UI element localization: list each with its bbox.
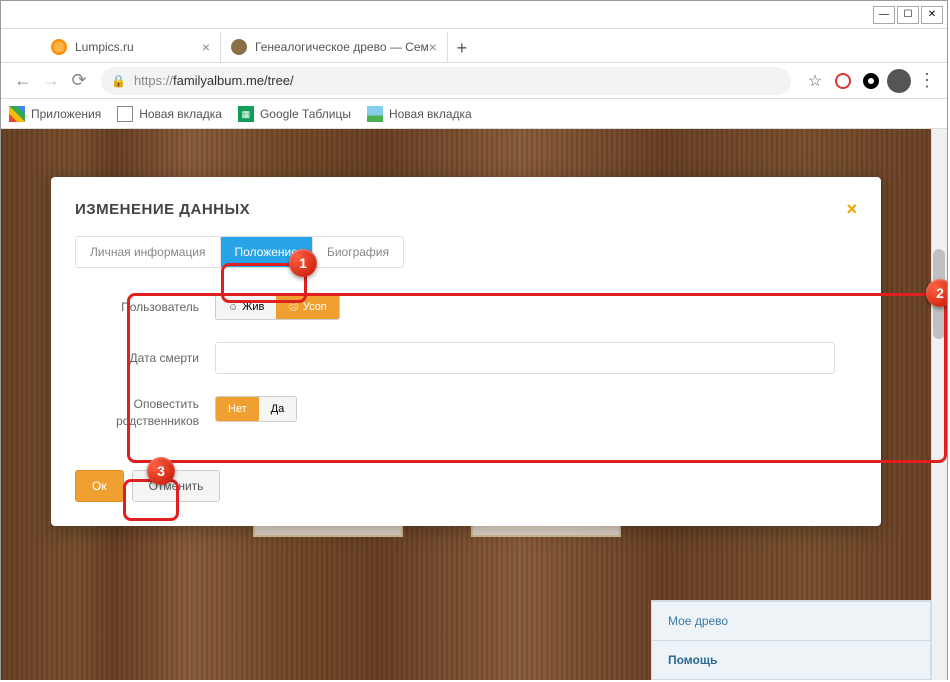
bookmark-newtab[interactable]: Новая вкладка	[117, 106, 222, 122]
browser-tab-lumpics[interactable]: Lumpics.ru ×	[41, 32, 221, 62]
bookmark-label: Приложения	[31, 107, 101, 121]
sad-icon: ☹	[288, 302, 298, 313]
browser-toolbar: ← → ⟳ 🔒 https://familyalbum.me/tree/ ☆ ⋮	[1, 63, 947, 99]
modal-tabs: Личная информация Положение Биография	[75, 236, 404, 268]
bookmark-label: Google Таблицы	[260, 107, 351, 121]
row-death-date: Дата смерти	[75, 342, 857, 374]
bookmarks-bar: Приложения Новая вкладка ▦ Google Таблиц…	[1, 99, 947, 129]
edit-data-modal: ИЗМЕНЕНИЕ ДАННЫХ × Личная информация Пол…	[51, 177, 881, 526]
window-maximize[interactable]: ☐	[897, 6, 919, 24]
browser-tab-familyalbum[interactable]: Генеалогическое древо — Сем ×	[221, 32, 448, 62]
url-path: familyalbum.me/tree/	[173, 73, 294, 88]
tab-strip: Lumpics.ru × Генеалогическое древо — Сем…	[1, 29, 947, 63]
tab-position[interactable]: Положение	[221, 237, 313, 267]
opera-extension-icon[interactable]	[831, 69, 855, 93]
modal-actions: Ок Отменить	[75, 470, 857, 502]
favicon-familyalbum	[231, 39, 247, 55]
toggle-label: Усоп	[303, 301, 327, 313]
notify-toggle: Нет Да	[215, 396, 297, 422]
scroll-thumb[interactable]	[933, 249, 945, 339]
toggle-yes[interactable]: Да	[259, 397, 297, 421]
toggle-alive[interactable]: ☺ Жив	[216, 295, 276, 319]
menu-button[interactable]: ⋮	[915, 69, 939, 93]
bookmark-star-icon[interactable]: ☆	[803, 69, 827, 93]
url-protocol: https://	[134, 73, 173, 88]
smile-icon: ☺	[228, 302, 238, 313]
page-content: ИЗМЕНЕНИЕ ДАННЫХ × Личная информация Пол…	[1, 129, 947, 680]
toggle-label: Жив	[242, 301, 264, 313]
bookmark-label: Новая вкладка	[139, 107, 222, 121]
extension-icon[interactable]	[859, 69, 883, 93]
tab-title: Генеалогическое древо — Сем	[255, 40, 429, 54]
window-titlebar: — ☐ ✕	[1, 1, 947, 29]
form-body: Пользователь ☺ Жив ☹ Усоп Дата смерти Опов…	[75, 286, 857, 460]
reload-button[interactable]: ⟳	[65, 67, 93, 95]
row-notify: Оповестить родственников Нет Да	[75, 396, 857, 430]
bookmark-newtab2[interactable]: Новая вкладка	[367, 106, 472, 122]
image-icon	[367, 106, 383, 122]
side-help[interactable]: Помощь	[652, 640, 930, 679]
label-notify: Оповестить родственников	[75, 396, 215, 430]
side-my-tree[interactable]: Мое древо	[652, 601, 930, 640]
tab-personal-info[interactable]: Личная информация	[76, 237, 221, 267]
tab-close-icon[interactable]: ×	[429, 39, 437, 55]
label-death-date: Дата смерти	[75, 351, 215, 365]
window-close[interactable]: ✕	[921, 6, 943, 24]
lock-icon: 🔒	[111, 74, 126, 88]
status-toggle: ☺ Жив ☹ Усоп	[215, 294, 340, 320]
sheets-icon: ▦	[238, 106, 254, 122]
browser-window: — ☐ ✕ Lumpics.ru × Генеалогическое древо…	[0, 0, 948, 680]
forward-button[interactable]: →	[37, 67, 65, 95]
favicon-lumpics	[51, 39, 67, 55]
modal-close-button[interactable]: ×	[846, 199, 857, 220]
address-bar[interactable]: 🔒 https://familyalbum.me/tree/	[101, 67, 791, 95]
label-user: Пользователь	[75, 300, 215, 314]
vertical-scrollbar[interactable]	[931, 129, 947, 680]
apps-shortcut[interactable]: Приложения	[9, 106, 101, 122]
bookmark-label: Новая вкладка	[389, 107, 472, 121]
row-user-status: Пользователь ☺ Жив ☹ Усоп	[75, 294, 857, 320]
page-icon	[117, 106, 133, 122]
window-minimize[interactable]: —	[873, 6, 895, 24]
profile-avatar[interactable]	[887, 69, 911, 93]
new-tab-button[interactable]: +	[448, 34, 476, 62]
side-panel: Мое древо Помощь	[651, 600, 931, 680]
toggle-no[interactable]: Нет	[216, 397, 259, 421]
modal-title: ИЗМЕНЕНИЕ ДАННЫХ	[75, 201, 857, 218]
tab-title: Lumpics.ru	[75, 40, 134, 54]
bookmark-sheets[interactable]: ▦ Google Таблицы	[238, 106, 351, 122]
tab-biography[interactable]: Биография	[313, 237, 403, 267]
tab-close-icon[interactable]: ×	[202, 39, 210, 55]
ok-button[interactable]: Ок	[75, 470, 124, 502]
apps-icon	[9, 106, 25, 122]
toggle-deceased[interactable]: ☹ Усоп	[276, 295, 338, 319]
back-button[interactable]: ←	[9, 67, 37, 95]
death-date-input[interactable]	[215, 342, 835, 374]
cancel-button[interactable]: Отменить	[132, 470, 221, 502]
